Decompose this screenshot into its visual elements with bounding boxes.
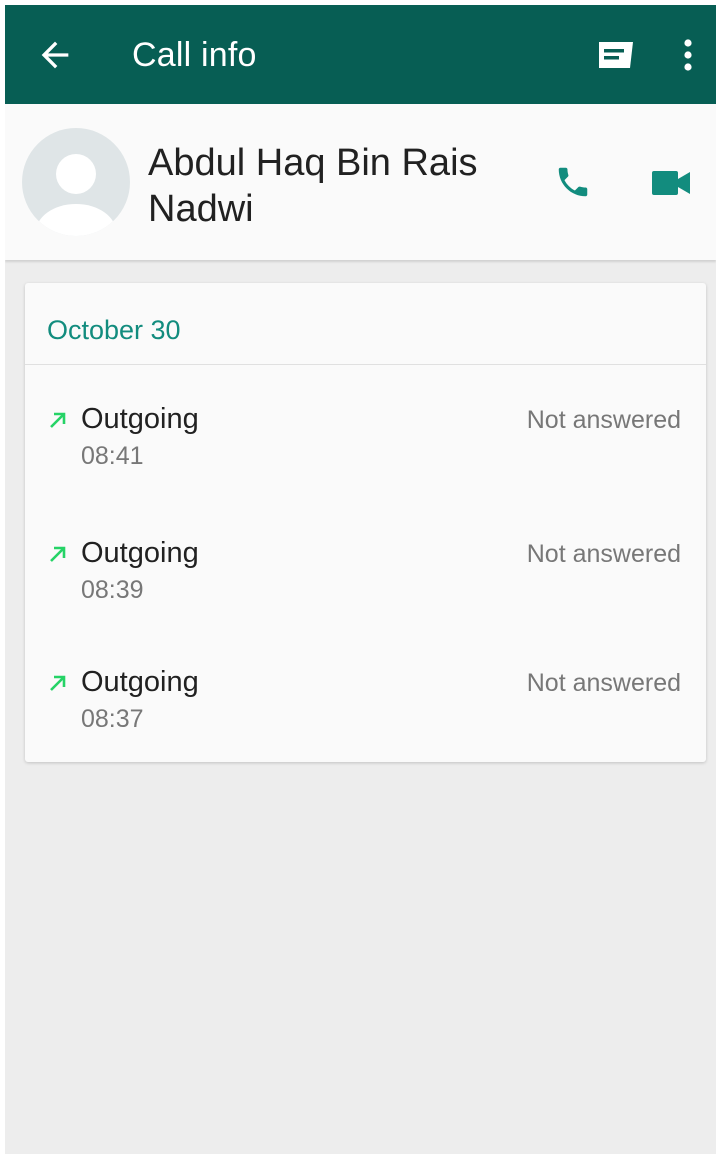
call-date: October 30: [47, 315, 181, 345]
default-avatar-icon[interactable]: [22, 128, 130, 236]
call-time: 08:39: [81, 576, 144, 604]
message-icon[interactable]: [595, 38, 637, 74]
phone-icon[interactable]: [554, 163, 592, 201]
call-info-screen: Call info Abdul Haq Bin Rais Nadwi Octob…: [5, 5, 716, 1154]
app-bar: Call info: [5, 5, 716, 104]
contact-header: Abdul Haq Bin Rais Nadwi: [5, 104, 716, 260]
outgoing-arrow-icon: [50, 675, 66, 691]
outgoing-arrow-icon: [50, 546, 66, 562]
call-time: 08:41: [81, 442, 144, 470]
contact-name: Abdul Haq Bin Rais Nadwi: [148, 142, 478, 230]
call-type: Outgoing: [81, 537, 199, 569]
call-row[interactable]: Outgoing 08:41 Not answered: [25, 403, 706, 509]
outgoing-arrow-icon: [50, 412, 66, 428]
arrow-left-icon[interactable]: [35, 35, 75, 75]
call-time: 08:37: [81, 705, 144, 733]
call-row[interactable]: Outgoing 08:37 Not answered: [25, 666, 706, 772]
call-status: Not answered: [526, 540, 681, 568]
divider: [25, 364, 706, 365]
videocam-icon[interactable]: [650, 167, 692, 199]
call-row[interactable]: Outgoing 08:39 Not answered: [25, 537, 706, 643]
call-type: Outgoing: [81, 403, 199, 435]
page-title: Call info: [132, 36, 257, 74]
call-type: Outgoing: [81, 666, 199, 698]
more-vert-icon[interactable]: [675, 37, 701, 73]
call-log-card: October 30 Outgoing 08:41 Not answered O…: [25, 283, 706, 762]
call-status: Not answered: [526, 669, 681, 697]
call-status: Not answered: [526, 406, 681, 434]
